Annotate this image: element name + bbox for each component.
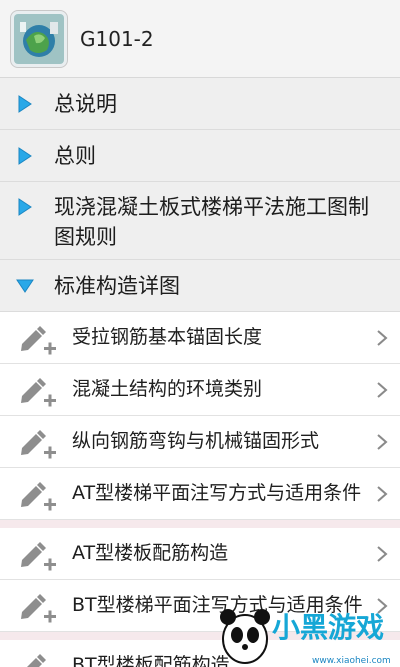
pencil-add-icon bbox=[21, 481, 56, 510]
section-label: 标准构造详图 bbox=[54, 273, 180, 298]
list-item[interactable]: 受拉钢筋基本锚固长度 bbox=[0, 312, 400, 364]
expand-arrow-icon bbox=[14, 94, 36, 113]
list-item[interactable]: 混凝土结构的环境类别 bbox=[0, 364, 400, 416]
section-standard-details[interactable]: 标准构造详图 bbox=[0, 260, 400, 312]
list-item-label: AT型楼梯平面注写方式与适用条件 bbox=[72, 482, 362, 504]
section-label: 总则 bbox=[54, 143, 96, 168]
chevron-right-icon bbox=[377, 485, 388, 502]
section-general-notes[interactable]: 总说明 bbox=[0, 78, 400, 130]
chevron-right-icon bbox=[377, 329, 388, 346]
list-item-label: 混凝土结构的环境类别 bbox=[72, 378, 263, 400]
pencil-add-icon bbox=[21, 541, 56, 570]
section-label: 总说明 bbox=[54, 91, 117, 116]
pencil-add-icon bbox=[21, 429, 56, 458]
list-item[interactable]: AT型楼梯平面注写方式与适用条件 bbox=[0, 468, 400, 520]
watermark-brand: 小黑游戏 bbox=[272, 611, 384, 644]
watermark-url: www.xiaohei.com bbox=[312, 656, 391, 666]
pencil-add-icon bbox=[21, 325, 56, 354]
app-title: G101-2 bbox=[80, 26, 154, 51]
book-cover-icon[interactable] bbox=[10, 9, 68, 68]
chevron-right-icon bbox=[377, 545, 388, 562]
list-item-label: AT型楼板配筋构造 bbox=[72, 542, 229, 564]
list-item[interactable]: 纵向钢筋弯钩与机械锚固形式 bbox=[0, 416, 400, 468]
chevron-right-icon bbox=[377, 381, 388, 398]
expand-arrow-icon bbox=[14, 192, 36, 216]
pencil-add-icon bbox=[26, 653, 46, 667]
watermark-logo: 小黑游戏 www.xiaohei.com bbox=[220, 609, 391, 666]
divider bbox=[0, 520, 400, 528]
list-item-label: 受拉钢筋基本锚固长度 bbox=[72, 326, 263, 348]
collapse-arrow-icon bbox=[14, 279, 36, 293]
section-drawing-rules[interactable]: 现浇混凝土板式楼梯平法施工图制图规则 bbox=[0, 182, 400, 260]
expand-arrow-icon bbox=[14, 146, 36, 165]
pencil-add-icon bbox=[21, 377, 56, 406]
section-label: 现浇混凝土板式楼梯平法施工图制图规则 bbox=[54, 195, 369, 249]
section-general-rules[interactable]: 总则 bbox=[0, 130, 400, 182]
list-item[interactable]: AT型楼板配筋构造 bbox=[0, 528, 400, 580]
chevron-right-icon bbox=[377, 433, 388, 450]
pencil-add-icon bbox=[21, 593, 56, 622]
list-item-label: 纵向钢筋弯钩与机械锚固形式 bbox=[72, 430, 320, 452]
app-header: G101-2 bbox=[0, 0, 400, 78]
